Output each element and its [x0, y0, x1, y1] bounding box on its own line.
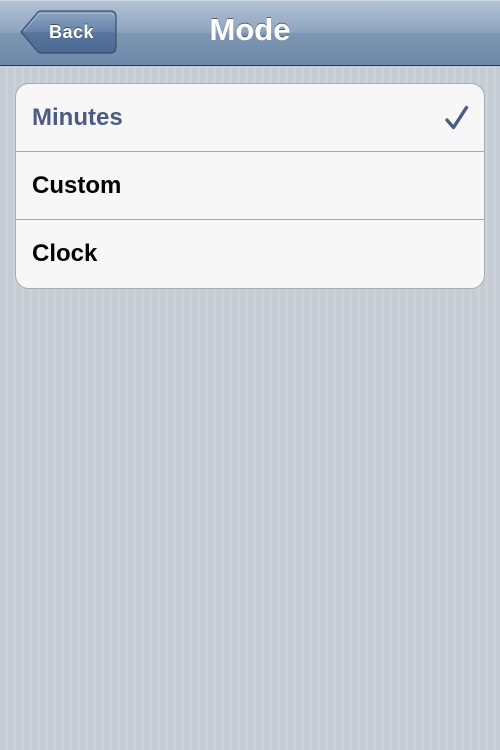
option-label: Minutes [32, 103, 123, 131]
option-clock[interactable]: Clock [16, 220, 484, 288]
option-label: Custom [32, 171, 122, 199]
back-button-label: Back [49, 21, 95, 42]
back-button[interactable]: Back [19, 10, 117, 54]
option-custom[interactable]: Custom [16, 152, 484, 220]
option-minutes[interactable]: Minutes [16, 84, 484, 152]
checkmark-icon [444, 104, 470, 132]
option-label: Clock [32, 240, 98, 267]
navigation-bar: Back Mode [0, 0, 500, 66]
mode-options-list: Minutes Custom Clock [15, 83, 485, 289]
